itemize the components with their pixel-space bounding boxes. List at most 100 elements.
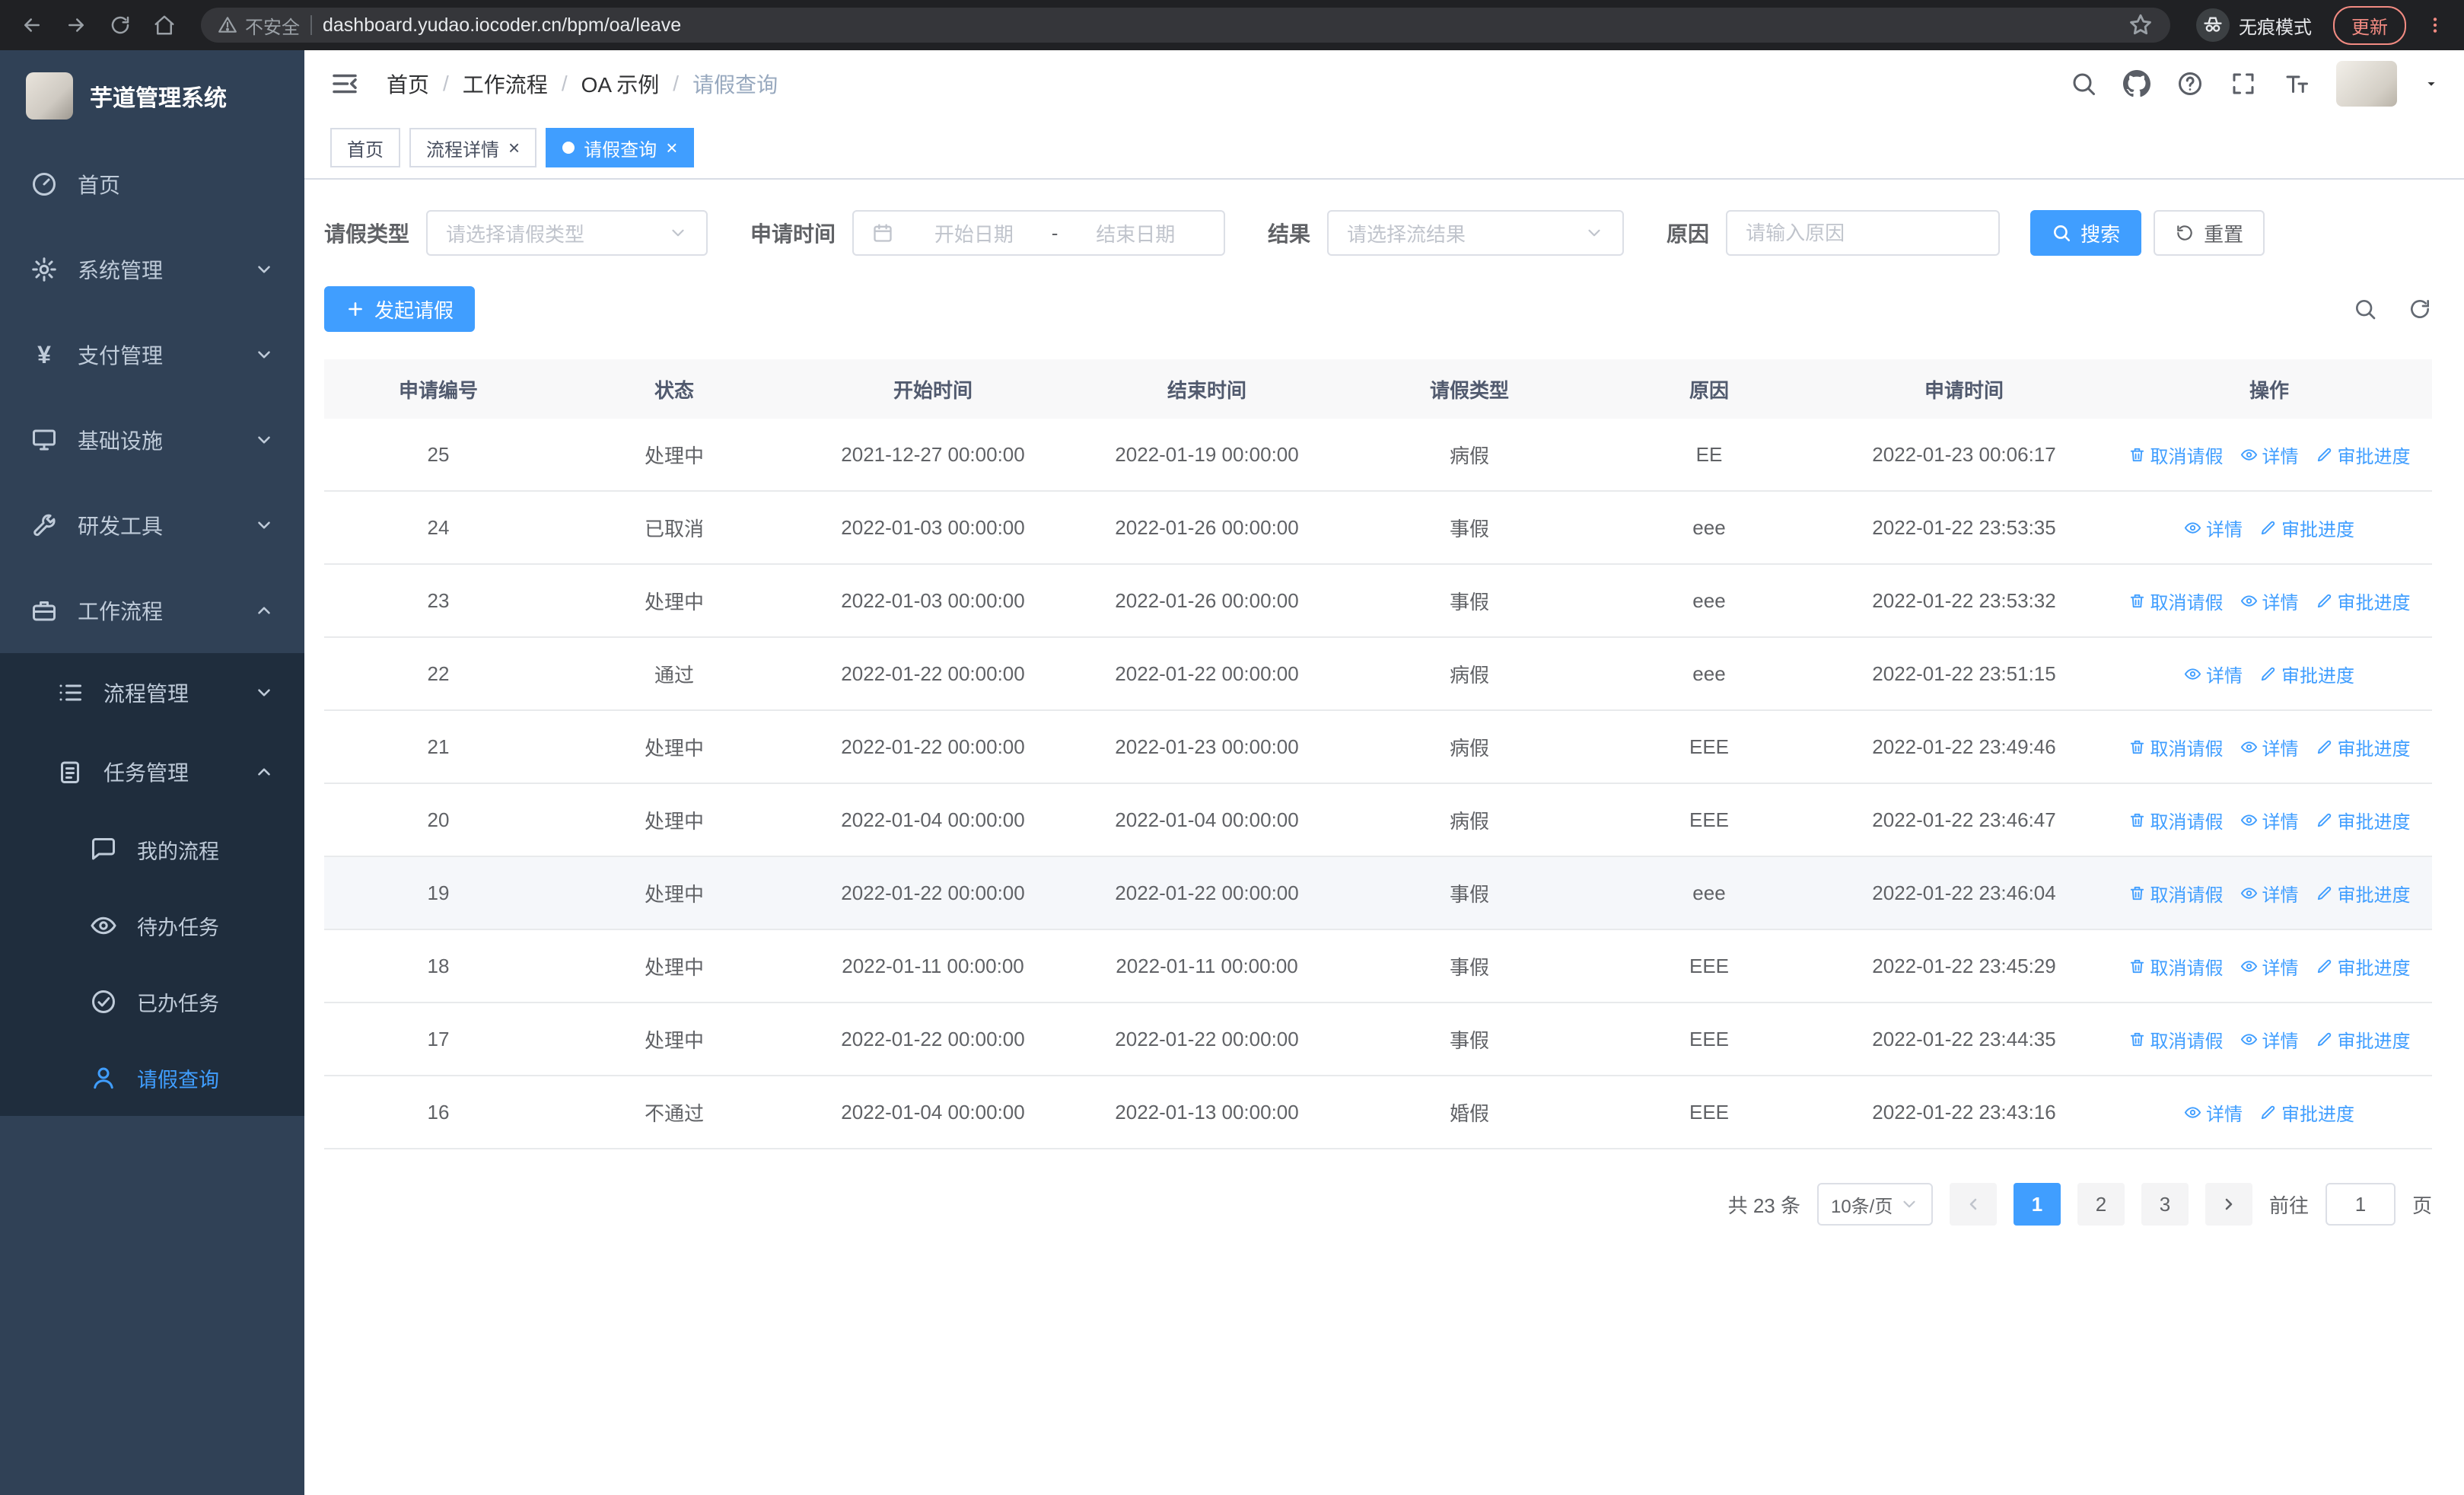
progress-action-label: 审批进度 bbox=[2337, 738, 2411, 760]
sidebar-item-workflow[interactable]: 工作流程 bbox=[0, 568, 304, 653]
detail-action[interactable]: 详情 bbox=[2240, 441, 2299, 468]
table-row[interactable]: 19 处理中 2022-01-22 00:00:00 2022-01-22 00:00… bbox=[324, 857, 2432, 930]
tab-process-detail[interactable]: 流程详情 × bbox=[409, 128, 537, 167]
cancel-leave-action[interactable]: 取消请假 bbox=[2128, 734, 2224, 760]
bookmark-star-icon[interactable] bbox=[2128, 12, 2154, 38]
cancel-leave-action[interactable]: 取消请假 bbox=[2128, 953, 2224, 980]
page-button-3[interactable]: 3 bbox=[2141, 1183, 2189, 1226]
home-button[interactable] bbox=[146, 7, 183, 43]
sidebar-item-infra[interactable]: 基础设施 bbox=[0, 397, 304, 483]
breadcrumb-item[interactable]: 工作流程 bbox=[463, 69, 548, 99]
reason-input[interactable] bbox=[1726, 210, 2001, 256]
caret-down-icon[interactable] bbox=[2423, 75, 2440, 92]
forward-button[interactable] bbox=[58, 7, 94, 43]
logo[interactable]: 芋道管理系统 bbox=[0, 50, 304, 142]
search-icon[interactable] bbox=[2070, 70, 2097, 97]
page-button-2[interactable]: 2 bbox=[2077, 1183, 2125, 1226]
back-button[interactable] bbox=[14, 7, 50, 43]
detail-action[interactable]: 详情 bbox=[2240, 880, 2299, 907]
table-row[interactable]: 22 通过 2022-01-22 00:00:00 2022-01-22 00:00:… bbox=[324, 638, 2432, 711]
reload-button[interactable] bbox=[102, 7, 138, 43]
detail-action[interactable]: 详情 bbox=[2184, 1099, 2243, 1126]
cancel-leave-action[interactable]: 取消请假 bbox=[2128, 807, 2224, 834]
page-button-1[interactable]: 1 bbox=[2013, 1183, 2061, 1226]
collapse-sidebar-button[interactable] bbox=[329, 68, 361, 100]
sidebar-item-payment[interactable]: ¥ 支付管理 bbox=[0, 312, 304, 397]
address-bar[interactable]: 不安全 dashboard.yudao.iocoder.cn/bpm/oa/le… bbox=[201, 8, 2170, 43]
breadcrumb-item[interactable]: 首页 bbox=[387, 69, 429, 99]
close-icon[interactable]: × bbox=[508, 138, 520, 158]
security-indicator[interactable]: 不安全 bbox=[218, 12, 300, 39]
help-icon[interactable] bbox=[2176, 70, 2204, 97]
progress-action[interactable]: 审批进度 bbox=[2316, 1026, 2411, 1053]
progress-action[interactable]: 审批进度 bbox=[2316, 953, 2411, 980]
column-header: 申请时间 bbox=[1924, 378, 2004, 402]
result-select[interactable]: 请选择流结果 bbox=[1327, 210, 1625, 256]
prev-page-button[interactable] bbox=[1949, 1183, 1997, 1226]
progress-action[interactable]: 审批进度 bbox=[2316, 441, 2411, 468]
table-row[interactable]: 18 处理中 2022-01-11 00:00:00 2022-01-11 00:00… bbox=[324, 930, 2432, 1003]
breadcrumb-item[interactable]: OA 示例 bbox=[581, 69, 660, 99]
table-row[interactable]: 21 处理中 2022-01-22 00:00:00 2022-01-23 00:00… bbox=[324, 711, 2432, 784]
sidebar-item-process-mgmt[interactable]: 流程管理 bbox=[0, 653, 304, 732]
date-range-picker[interactable]: 开始日期 - 结束日期 bbox=[852, 210, 1226, 256]
cell-actions: 取消请假 详情 审批进度 bbox=[2105, 1026, 2434, 1053]
font-size-icon[interactable] bbox=[2283, 70, 2310, 97]
tags-view: 首页 流程详情 × 请假查询 × bbox=[304, 117, 2464, 180]
cancel-leave-action[interactable]: 取消请假 bbox=[2128, 588, 2224, 614]
progress-action[interactable]: 审批进度 bbox=[2259, 515, 2354, 541]
sidebar-item-home[interactable]: 首页 bbox=[0, 142, 304, 227]
avatar[interactable] bbox=[2336, 61, 2397, 107]
table-row[interactable]: 16 不通过 2022-01-04 00:00:00 2022-01-13 00:00… bbox=[324, 1076, 2432, 1149]
cancel-leave-action[interactable]: 取消请假 bbox=[2128, 1026, 2224, 1053]
tab-home[interactable]: 首页 bbox=[330, 128, 400, 167]
url-text[interactable]: dashboard.yudao.iocoder.cn/bpm/oa/leave bbox=[323, 14, 2117, 37]
cancel-leave-action[interactable]: 取消请假 bbox=[2128, 441, 2224, 468]
fullscreen-icon[interactable] bbox=[2230, 70, 2257, 97]
sidebar-item-system[interactable]: 系统管理 bbox=[0, 227, 304, 312]
github-icon[interactable] bbox=[2123, 70, 2150, 97]
progress-action[interactable]: 审批进度 bbox=[2259, 1099, 2354, 1126]
tab-leave-query[interactable]: 请假查询 × bbox=[546, 128, 695, 167]
leave-type-select[interactable]: 请选择请假类型 bbox=[426, 210, 708, 256]
toggle-search-icon[interactable] bbox=[2353, 297, 2377, 321]
detail-action[interactable]: 详情 bbox=[2184, 661, 2243, 687]
browser-menu-button[interactable] bbox=[2420, 8, 2450, 42]
progress-action[interactable]: 审批进度 bbox=[2316, 588, 2411, 614]
table-row[interactable]: 24 已取消 2022-01-03 00:00:00 2022-01-26 00:00… bbox=[324, 492, 2432, 565]
cell-leave-type: 事假 bbox=[1449, 955, 1489, 979]
sidebar-item-todo-tasks[interactable]: 待办任务 bbox=[0, 888, 304, 964]
sidebar-item-task-mgmt[interactable]: 任务管理 bbox=[0, 732, 304, 811]
detail-action[interactable]: 详情 bbox=[2240, 1026, 2299, 1053]
cancel-leave-action[interactable]: 取消请假 bbox=[2128, 880, 2224, 907]
detail-action[interactable]: 详情 bbox=[2240, 953, 2299, 980]
detail-action[interactable]: 详情 bbox=[2240, 807, 2299, 834]
progress-action[interactable]: 审批进度 bbox=[2316, 807, 2411, 834]
table-row[interactable]: 17 处理中 2022-01-22 00:00:00 2022-01-22 00:00… bbox=[324, 1003, 2432, 1076]
progress-action[interactable]: 审批进度 bbox=[2316, 734, 2411, 760]
detail-action[interactable]: 详情 bbox=[2240, 588, 2299, 614]
cell-apply-time: 2022-01-22 23:45:29 bbox=[1872, 954, 2056, 977]
search-button[interactable]: 搜索 bbox=[2030, 210, 2142, 256]
progress-action[interactable]: 审批进度 bbox=[2316, 880, 2411, 907]
close-icon[interactable]: × bbox=[666, 138, 677, 158]
reset-button[interactable]: 重置 bbox=[2154, 210, 2265, 256]
goto-page-input[interactable] bbox=[2325, 1183, 2396, 1226]
detail-action[interactable]: 详情 bbox=[2240, 734, 2299, 760]
progress-action[interactable]: 审批进度 bbox=[2259, 661, 2354, 687]
table-row[interactable]: 25 处理中 2021-12-27 00:00:00 2022-01-19 00:00… bbox=[324, 419, 2432, 492]
refresh-table-icon[interactable] bbox=[2408, 297, 2432, 321]
leave-table: 申请编号 状态 开始时间 结束时间 请假类型 原因 申请时间 操作 25 处理中 2… bbox=[324, 359, 2432, 1149]
column-header: 结束时间 bbox=[1167, 378, 1246, 402]
create-leave-button[interactable]: 发起请假 bbox=[324, 286, 476, 332]
table-row[interactable]: 20 处理中 2022-01-04 00:00:00 2022-01-04 00:00… bbox=[324, 784, 2432, 857]
sidebar-item-devtools[interactable]: 研发工具 bbox=[0, 483, 304, 568]
next-page-button[interactable] bbox=[2205, 1183, 2252, 1226]
update-button[interactable]: 更新 bbox=[2333, 5, 2406, 45]
table-row[interactable]: 23 处理中 2022-01-03 00:00:00 2022-01-26 00:00… bbox=[324, 565, 2432, 638]
sidebar-item-leave-query[interactable]: 请假查询 bbox=[0, 1040, 304, 1116]
detail-action[interactable]: 详情 bbox=[2184, 515, 2243, 541]
sidebar-item-done-tasks[interactable]: 已办任务 bbox=[0, 964, 304, 1040]
sidebar-item-my-process[interactable]: 我的流程 bbox=[0, 811, 304, 888]
page-size-select[interactable]: 10条/页 bbox=[1816, 1183, 1933, 1226]
